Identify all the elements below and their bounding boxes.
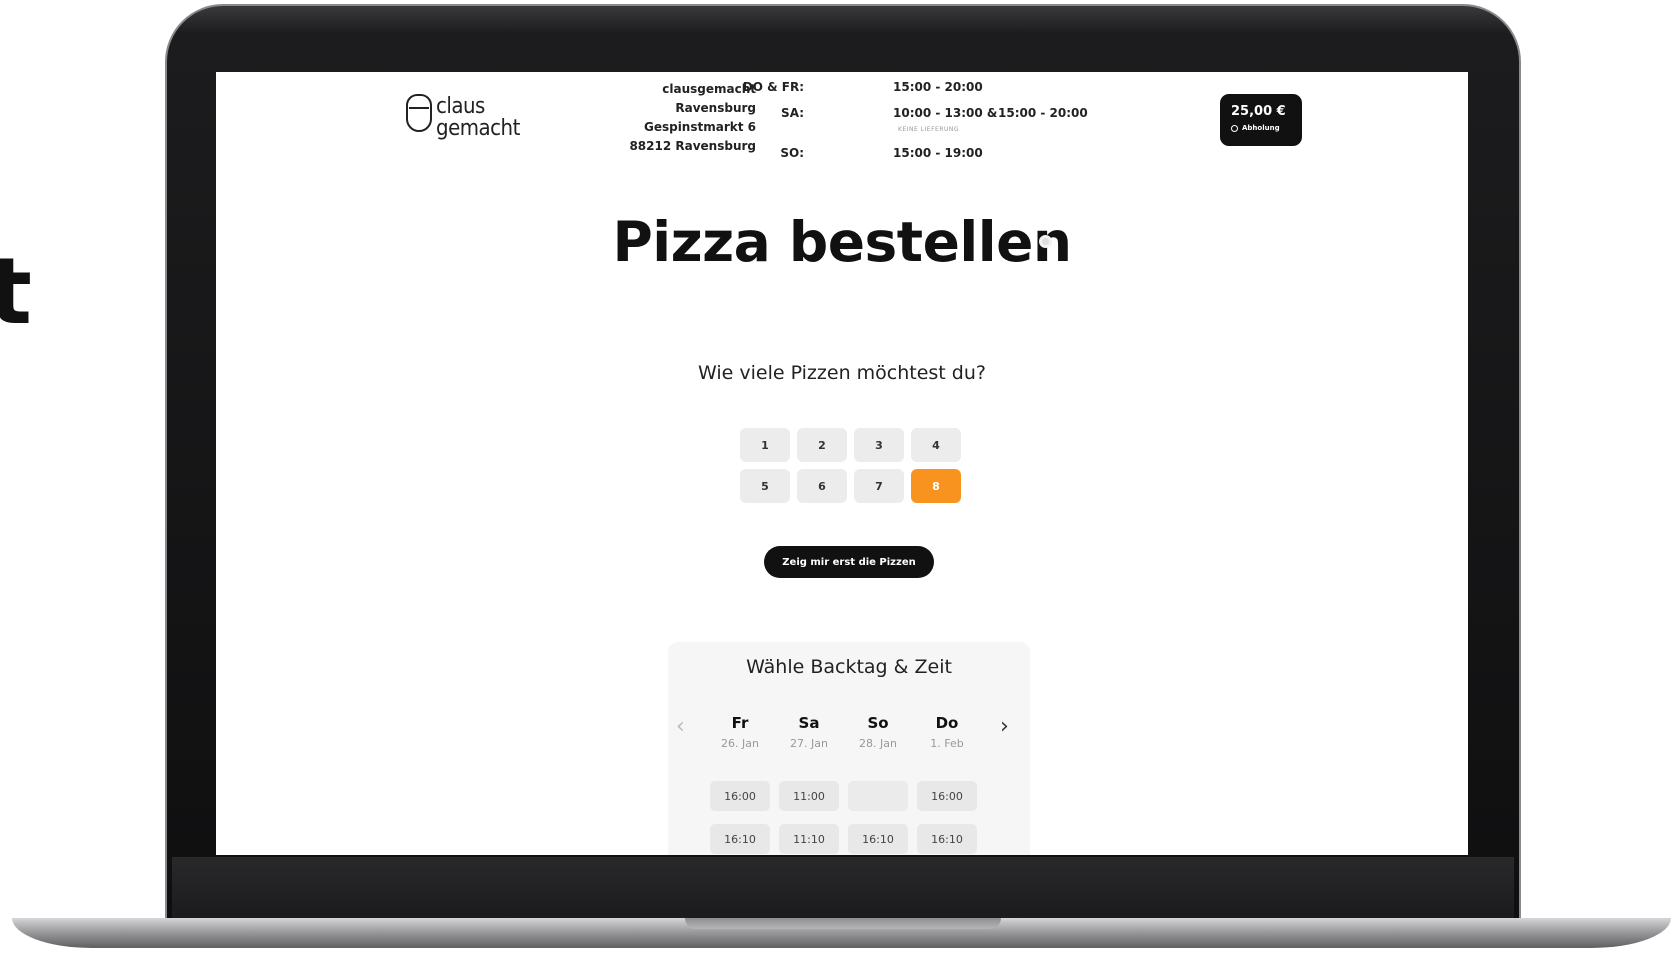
- cart-mode-label: Abholung: [1242, 124, 1280, 132]
- hours-do-fr-label: DO & FR:: [742, 80, 804, 94]
- time-slot[interactable]: 11:10: [779, 824, 839, 854]
- quantity-button-2[interactable]: 2: [797, 428, 847, 462]
- side-heading-fragment: t: [0, 238, 32, 345]
- clock-icon: [1231, 124, 1238, 132]
- quantity-button-8-selected[interactable]: 8: [911, 469, 961, 503]
- page-title: Pizza bestellen: [612, 210, 1072, 274]
- brand-wordmark: claus gemacht: [436, 96, 520, 140]
- glasses-icon: [409, 107, 429, 115]
- hours-sa-value-2: 15:00 - 20:00: [998, 106, 1088, 120]
- laptop-notch: [685, 918, 1001, 929]
- day-date: 26. Jan: [721, 737, 759, 750]
- hours-sa-note: KEINE LIEFERUNG: [898, 126, 960, 133]
- day-date: 1. Feb: [930, 737, 964, 750]
- quantity-question: Wie viele Pizzen möchtest du?: [698, 362, 986, 384]
- picker-title: Wähle Backtag & Zeit: [746, 656, 952, 678]
- cart-mode: Abholung: [1231, 124, 1280, 132]
- laptop-screen: claus gemacht clausgemacht Ravensburg Ge…: [216, 72, 1468, 855]
- quantity-button-7[interactable]: 7: [854, 469, 904, 503]
- day-column-sa[interactable]: Sa 27. Jan: [778, 714, 840, 750]
- time-slot-disabled: [848, 781, 908, 811]
- day-name: Fr: [731, 714, 749, 732]
- quantity-button-4[interactable]: 4: [911, 428, 961, 462]
- show-pizzas-button[interactable]: Zeig mir erst die Pizzen: [764, 546, 934, 578]
- hours-sa-label: SA:: [781, 106, 804, 120]
- day-column-so[interactable]: So 28. Jan: [847, 714, 909, 750]
- quantity-button-5[interactable]: 5: [740, 469, 790, 503]
- day-date: 27. Jan: [790, 737, 828, 750]
- time-slot[interactable]: 16:00: [710, 781, 770, 811]
- quantity-button-1[interactable]: 1: [740, 428, 790, 462]
- day-date: 28. Jan: [859, 737, 897, 750]
- time-slot[interactable]: 11:00: [779, 781, 839, 811]
- address-line: 88212 Ravensburg: [629, 139, 756, 153]
- address-line: Gespinstmarkt 6: [643, 120, 756, 134]
- quantity-button-3[interactable]: 3: [854, 428, 904, 462]
- hours-do-fr-value: 15:00 - 20:00: [893, 80, 983, 94]
- brand-line-1: claus: [436, 94, 485, 119]
- bake-day-time-picker: Wähle Backtag & Zeit ‹ › Fr 26. Jan Sa 2…: [668, 642, 1030, 855]
- address-line: clausgemacht: [662, 82, 756, 96]
- day-column-do[interactable]: Do 1. Feb: [916, 714, 978, 750]
- time-slot[interactable]: 16:00: [917, 781, 977, 811]
- cart-button[interactable]: 25,00 € Abholung: [1220, 94, 1302, 146]
- cart-price: 25,00 €: [1231, 104, 1286, 119]
- day-name: Sa: [798, 714, 820, 732]
- day-name: So: [867, 714, 889, 732]
- chevron-right-icon[interactable]: ›: [1000, 714, 1009, 739]
- time-slot[interactable]: 16:10: [917, 824, 977, 854]
- store-address: clausgemacht Ravensburg Gespinstmarkt 6 …: [606, 80, 756, 156]
- chevron-left-icon[interactable]: ‹: [676, 714, 685, 739]
- address-line: Ravensburg: [675, 101, 756, 115]
- day-name: Do: [935, 714, 959, 732]
- laptop-bezel: [172, 857, 1514, 919]
- day-column-fr[interactable]: Fr 26. Jan: [709, 714, 771, 750]
- hours-sa-value-1: 10:00 - 13:00 &: [893, 106, 998, 120]
- hours-so-label: SO:: [780, 146, 804, 160]
- info-dot-icon[interactable]: [1039, 235, 1052, 248]
- time-slot[interactable]: 16:10: [848, 824, 908, 854]
- brand-line-2: gemacht: [436, 116, 520, 141]
- time-slot[interactable]: 16:10: [710, 824, 770, 854]
- hours-so-value: 15:00 - 19:00: [893, 146, 983, 160]
- quantity-button-6[interactable]: 6: [797, 469, 847, 503]
- quantity-selector: 1 2 3 4 5 6 7 8: [740, 428, 980, 503]
